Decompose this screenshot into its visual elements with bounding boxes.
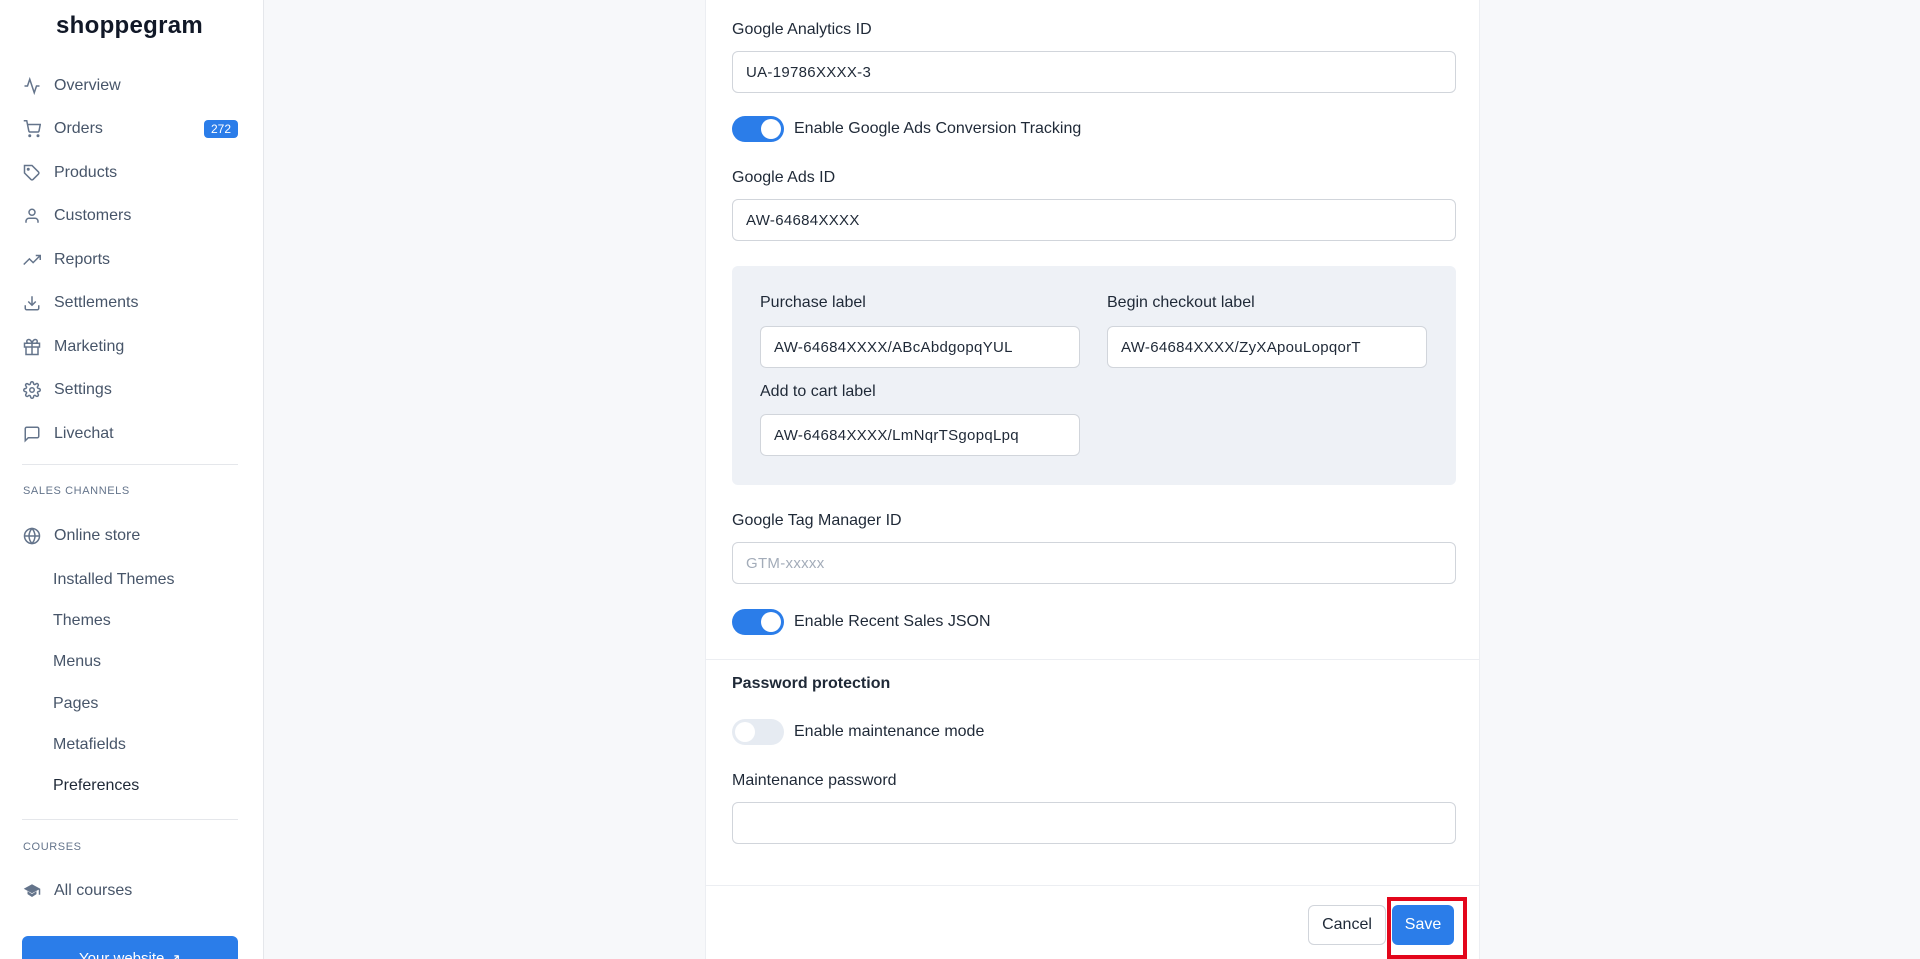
nav-label: Marketing xyxy=(54,337,125,355)
chat-icon xyxy=(22,424,42,444)
preferences-card: Google Analytics ID Enable Google Ads Co… xyxy=(705,0,1480,959)
section-divider xyxy=(706,659,1479,660)
nav-label: Online store xyxy=(54,526,141,544)
recent-sales-row: Enable Recent Sales JSON xyxy=(732,609,991,635)
globe-icon xyxy=(22,526,42,546)
submenu-installed-themes[interactable]: Installed Themes xyxy=(53,559,238,600)
nav-item-reports[interactable]: Reports xyxy=(22,238,238,282)
password-protection-title: Password protection xyxy=(732,675,891,692)
maintenance-label: Enable maintenance mode xyxy=(794,723,985,740)
purchase-label-label: Purchase label xyxy=(760,294,866,311)
ads-tracking-label: Enable Google Ads Conversion Tracking xyxy=(794,120,1082,137)
graduation-cap-icon xyxy=(22,881,42,901)
nav-item-marketing[interactable]: Marketing xyxy=(22,325,238,369)
gtm-id-input[interactable] xyxy=(732,542,1456,584)
ads-tracking-row: Enable Google Ads Conversion Tracking xyxy=(732,116,1081,142)
checkout-label-input[interactable] xyxy=(1107,326,1427,368)
submenu-pages[interactable]: Pages xyxy=(53,683,238,724)
submenu-preferences[interactable]: Preferences xyxy=(53,765,238,806)
nav-item-livechat[interactable]: Livechat xyxy=(22,412,238,456)
download-icon xyxy=(22,293,42,313)
nav-label: Livechat xyxy=(54,424,114,442)
nav-label: Customers xyxy=(54,207,132,225)
recent-sales-label: Enable Recent Sales JSON xyxy=(794,613,991,630)
conversion-labels-panel: Purchase label Begin checkout label Add … xyxy=(732,266,1456,485)
nav-item-overview[interactable]: Overview xyxy=(22,64,238,108)
nav-item-settlements[interactable]: Settlements xyxy=(22,282,238,326)
cart-label-label: Add to cart label xyxy=(760,383,876,400)
submenu-menus[interactable]: Menus xyxy=(53,642,238,683)
ga-id-label: Google Analytics ID xyxy=(732,21,872,38)
online-store-nav: Online store xyxy=(22,514,238,558)
main-nav: Overview Orders 272 Products Customers R… xyxy=(22,64,238,456)
user-icon xyxy=(22,206,42,226)
recent-sales-toggle[interactable] xyxy=(732,609,784,635)
nav-label: Reports xyxy=(54,250,111,268)
external-link-icon: ↗ xyxy=(168,950,181,959)
cancel-button[interactable]: Cancel xyxy=(1308,905,1386,945)
tag-icon xyxy=(22,163,42,183)
activity-icon xyxy=(22,76,42,96)
maintenance-row: Enable maintenance mode xyxy=(732,719,984,745)
nav-label: Products xyxy=(54,163,118,181)
nav-item-online-store[interactable]: Online store xyxy=(22,514,238,558)
orders-count-badge: 272 xyxy=(203,120,238,139)
save-button-highlight xyxy=(1387,897,1467,959)
nav-item-settings[interactable]: Settings xyxy=(22,369,238,413)
ads-tracking-toggle[interactable] xyxy=(732,116,784,142)
ga-id-input[interactable] xyxy=(732,51,1456,93)
nav-label: Settings xyxy=(54,381,112,399)
purchase-label-input[interactable] xyxy=(760,326,1080,368)
gtm-id-label: Google Tag Manager ID xyxy=(732,512,902,529)
gift-icon xyxy=(22,337,42,357)
nav-label: Orders xyxy=(54,120,103,138)
checkout-label-label: Begin checkout label xyxy=(1107,294,1255,311)
submenu-metafields[interactable]: Metafields xyxy=(53,724,238,765)
sidebar: shoppegram Overview Orders 272 Products … xyxy=(0,0,264,959)
maintenance-password-label: Maintenance password xyxy=(732,772,897,789)
nav-item-products[interactable]: Products xyxy=(22,151,238,195)
ads-id-input[interactable] xyxy=(732,199,1456,241)
toggle-knob xyxy=(761,119,781,139)
logo[interactable]: shoppegram xyxy=(56,12,203,40)
nav-item-customers[interactable]: Customers xyxy=(22,195,238,239)
gear-icon xyxy=(22,380,42,400)
sidebar-divider xyxy=(22,464,238,465)
toggle-knob xyxy=(761,612,781,632)
maintenance-toggle[interactable] xyxy=(732,719,784,745)
maintenance-password-input[interactable] xyxy=(732,802,1456,844)
nav-label: Overview xyxy=(54,76,121,94)
toggle-knob xyxy=(735,722,755,742)
sidebar-divider xyxy=(22,819,238,820)
nav-label: Settlements xyxy=(54,294,139,312)
footer-divider xyxy=(706,885,1479,886)
nav-item-all-courses[interactable]: All courses xyxy=(22,869,238,913)
nav-label: All courses xyxy=(54,881,133,899)
cart-label-input[interactable] xyxy=(760,414,1080,456)
your-website-label: Your website xyxy=(79,950,165,959)
submenu-themes[interactable]: Themes xyxy=(53,600,238,641)
nav-item-orders[interactable]: Orders 272 xyxy=(22,108,238,152)
sales-channels-title: SALES CHANNELS xyxy=(23,485,130,497)
courses-nav: All courses xyxy=(22,869,238,913)
online-store-submenu: Installed Themes Themes Menus Pages Meta… xyxy=(53,559,238,807)
courses-title: COURSES xyxy=(23,841,82,853)
ads-id-label: Google Ads ID xyxy=(732,169,836,186)
cart-icon xyxy=(22,119,42,139)
trending-up-icon xyxy=(22,250,42,270)
your-website-button[interactable]: Your website ↗ xyxy=(22,936,238,959)
